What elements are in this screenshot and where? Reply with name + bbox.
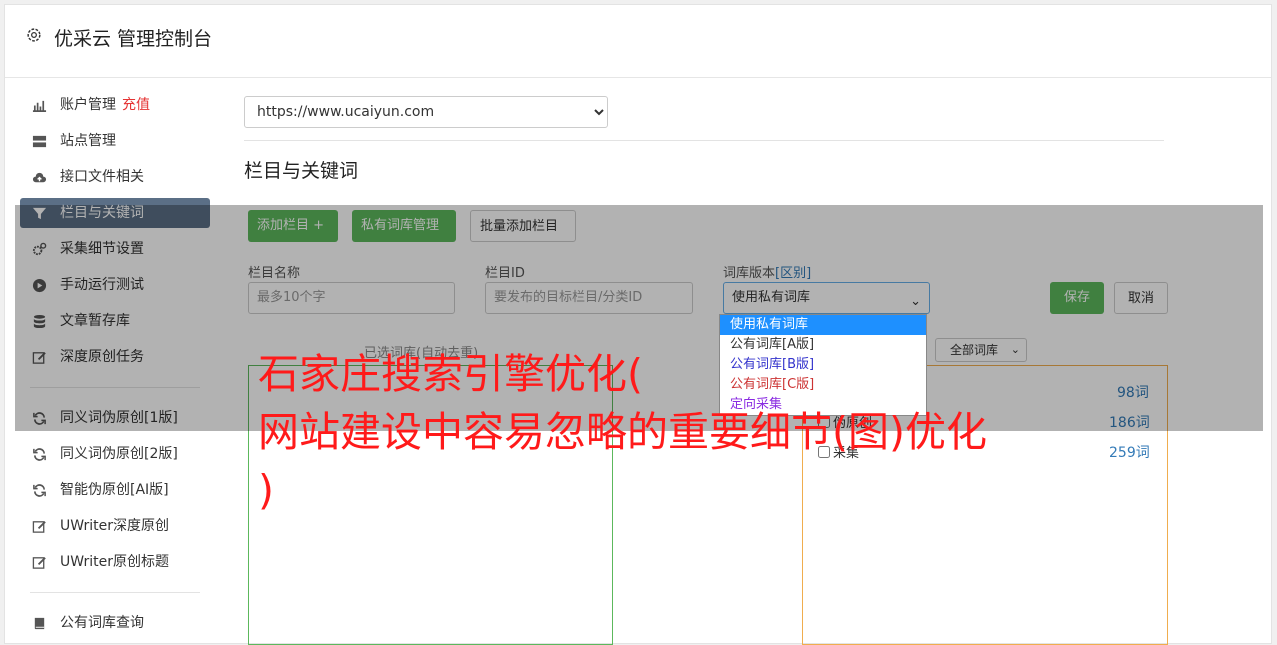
bar-chart-icon <box>32 100 47 112</box>
edit-icon <box>32 521 46 533</box>
sidebar-item-label: 接口文件相关 <box>60 169 144 185</box>
header-bar: 优采云 管理控制台 <box>5 5 1271 78</box>
sidebar-item-account[interactable]: 账户管理 充值 <box>20 90 210 120</box>
server-icon <box>32 135 47 148</box>
divider <box>244 140 1164 141</box>
site-select[interactable]: https://www.ucaiyun.com <box>244 96 608 128</box>
cloud-upload-icon <box>32 172 47 183</box>
sidebar-item-label: 站点管理 <box>60 133 116 149</box>
sidebar-item-uwriter-title[interactable]: UWriter原创标题 <box>20 547 210 577</box>
page-title: 优采云 管理控制台 <box>54 28 213 50</box>
sidebar-divider <box>30 592 200 593</box>
sidebar-item-ai-rewrite[interactable]: 智能伪原创[AI版] <box>20 475 210 505</box>
watermark-text: 石家庄搜索引擎优化( 网站建设中容易忽略的重要细节(图)优化 ) <box>258 350 987 514</box>
gear-icon <box>27 28 41 42</box>
edit-icon <box>32 557 46 569</box>
refresh-icon <box>33 484 46 497</box>
sidebar-item-label: UWriter原创标题 <box>60 554 169 570</box>
library-count: 259词 <box>1109 445 1150 461</box>
recharge-link[interactable]: 充值 <box>122 97 150 113</box>
refresh-icon <box>33 448 46 461</box>
sidebar-item-label: 公有词库查询 <box>60 615 144 631</box>
sidebar-item-label: 智能伪原创[AI版] <box>60 482 169 498</box>
sidebar-item-public-lib[interactable]: 公有词库查询 <box>20 608 210 638</box>
book-icon <box>34 617 45 630</box>
section-title: 栏目与关键词 <box>244 160 359 182</box>
main-content: https://www.ucaiyun.com 栏目与关键词 添加栏目 + 私有… <box>244 96 1168 645</box>
sidebar-item-synonym-v2[interactable]: 同义词伪原创[2版] <box>20 439 210 469</box>
sidebar-item-interface[interactable]: 接口文件相关 <box>20 162 210 192</box>
sidebar-item-uwriter-deep[interactable]: UWriter深度原创 <box>20 511 210 541</box>
sidebar-item-label: UWriter深度原创 <box>60 518 169 534</box>
sidebar-item-label: 同义词伪原创[2版] <box>60 446 178 462</box>
sidebar-item-label: 账户管理 <box>60 97 116 113</box>
dropdown-option[interactable]: 使用私有词库 <box>720 315 926 335</box>
sidebar-item-sites[interactable]: 站点管理 <box>20 126 210 156</box>
